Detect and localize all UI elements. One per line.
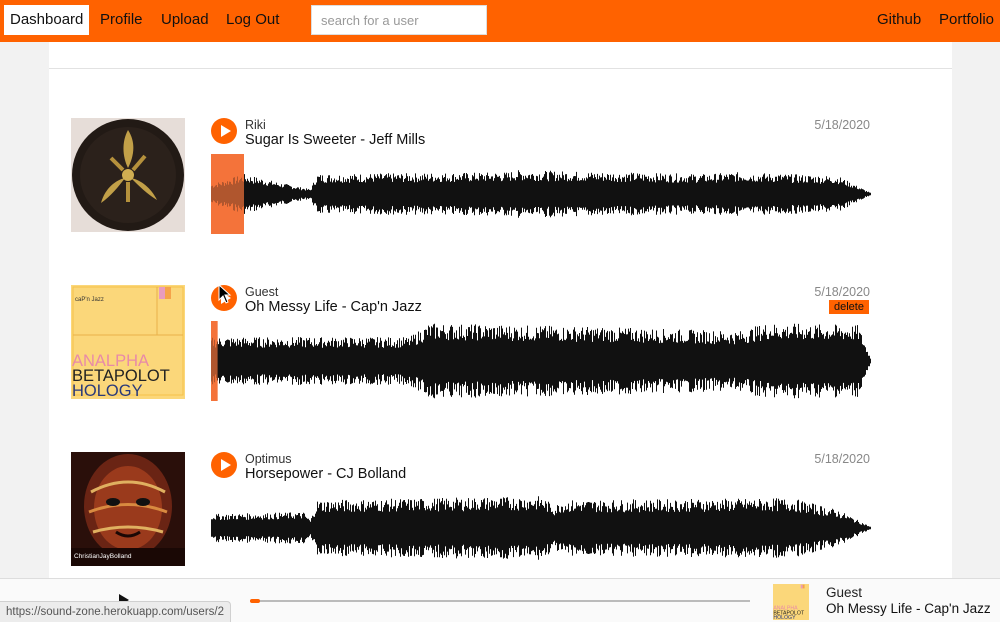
- track-date: 5/18/2020: [814, 118, 870, 132]
- thumb-line-3: HOLOGY: [773, 615, 796, 620]
- track-title: Sugar Is Sweeter - Jeff Mills: [245, 132, 426, 148]
- player-progress-fill: [250, 599, 260, 603]
- track-item: caP'n Jazz ANALPHA BETAPOLOT HOLOGY Gues…: [49, 285, 952, 401]
- track-item: ChristianJayBolland Optimus Horsepower -…: [49, 452, 952, 568]
- nav-portfolio-link[interactable]: Portfolio: [939, 0, 994, 42]
- album-art-jeff-mills: [71, 118, 185, 232]
- art-line-3: HOLOGY: [72, 382, 143, 399]
- track-title: Horsepower - CJ Bolland: [245, 466, 407, 482]
- track-uploader[interactable]: Optimus: [245, 452, 292, 466]
- divider: [49, 68, 952, 69]
- nav-github-link[interactable]: Github: [877, 0, 921, 42]
- player-track-title: Oh Messy Life - Cap'n Jazz: [826, 601, 991, 616]
- player-uploader: Guest: [826, 585, 863, 600]
- feed-panel: Riki Sugar Is Sweeter - Jeff Mills 5/18/…: [49, 42, 952, 578]
- player-album-thumbnail: ANALPHA BETAPOLOT HOLOGY: [773, 584, 809, 620]
- waveform-bars: [211, 323, 871, 399]
- waveform-played-overlay: [211, 321, 218, 401]
- play-button[interactable]: [211, 118, 237, 144]
- nav-logout-link[interactable]: Log Out: [226, 0, 279, 42]
- waveform[interactable]: [211, 321, 871, 401]
- player-progress-bar[interactable]: [250, 599, 750, 603]
- nav-upload-link[interactable]: Upload: [161, 0, 209, 42]
- album-art-capn-jazz: caP'n Jazz ANALPHA BETAPOLOT HOLOGY: [71, 285, 185, 399]
- track-item: Riki Sugar Is Sweeter - Jeff Mills 5/18/…: [49, 118, 952, 234]
- nav-dashboard-link[interactable]: Dashboard: [4, 5, 90, 35]
- waveform[interactable]: [211, 488, 871, 568]
- track-date: 5/18/2020: [814, 285, 870, 299]
- mouse-cursor-icon: [218, 284, 232, 304]
- art-small-text: caP'n Jazz: [75, 297, 104, 303]
- album-art-cj-bolland: ChristianJayBolland: [71, 452, 185, 566]
- top-navbar: Dashboard Profile Upload Log Out Github …: [0, 0, 1000, 42]
- waveform-played-overlay: [211, 154, 244, 234]
- user-search-input[interactable]: [311, 5, 487, 35]
- play-button[interactable]: [211, 452, 237, 478]
- waveform-bars: [211, 496, 871, 560]
- waveform-bars: [211, 170, 871, 218]
- track-uploader[interactable]: Riki: [245, 118, 266, 132]
- track-title: Oh Messy Life - Cap'n Jazz: [245, 299, 422, 315]
- link-status-bar: https://sound-zone.herokuapp.com/users/2: [0, 601, 231, 622]
- art-artist-text: ChristianJayBolland: [74, 553, 132, 560]
- delete-button[interactable]: delete: [829, 300, 869, 314]
- track-uploader[interactable]: Guest: [245, 285, 278, 299]
- waveform[interactable]: [211, 154, 871, 234]
- track-date: 5/18/2020: [814, 452, 870, 466]
- nav-profile-link[interactable]: Profile: [100, 0, 143, 42]
